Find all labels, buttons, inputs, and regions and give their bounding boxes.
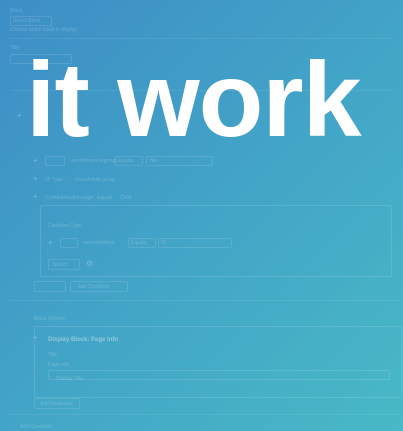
row-operator-value: Equals: [131, 240, 147, 246]
add-row-icon[interactable]: +: [33, 175, 38, 183]
block-select-value: Select Block: [13, 18, 41, 24]
row-field: IP Type: [46, 177, 63, 183]
title-sub-value: Page Info: [48, 362, 70, 368]
row-operator: Equals: [97, 195, 113, 201]
block-select[interactable]: Select Block: [10, 16, 52, 26]
title-sub-label: Title: [48, 352, 58, 358]
divider: [10, 414, 400, 415]
settings-icon[interactable]: ⚙: [86, 260, 93, 268]
row-value-input[interactable]: Or: [158, 238, 232, 248]
action-label: Block Options: [34, 316, 65, 322]
title-sub-input[interactable]: [48, 370, 390, 380]
add-condition-label: Add Condition: [78, 284, 110, 290]
add-row-icon[interactable]: +: [17, 112, 22, 120]
row-value: Or: [161, 240, 167, 246]
and-select-value: Select: [53, 262, 67, 268]
add-row-icon[interactable]: +: [33, 193, 38, 201]
add-condition-bottom[interactable]: Add Condition: [20, 424, 51, 430]
row-operator: User/Admin group: [75, 177, 116, 183]
block-help-text: Choose which block to display: [10, 27, 77, 33]
add-response-button[interactable]: Add Response: [34, 398, 80, 409]
operator-select[interactable]: [34, 281, 66, 292]
add-response-label: Add Response: [40, 401, 73, 407]
row-field: user/reference: [82, 240, 115, 246]
row-operator[interactable]: Equals: [128, 238, 156, 248]
add-condition-button[interactable]: Add Condition: [70, 281, 128, 292]
title-label: Title: [10, 45, 20, 51]
divider: [10, 300, 400, 301]
add-row-icon[interactable]: +: [48, 239, 53, 247]
condition-type-label: Condition Type: [48, 223, 82, 229]
and-select[interactable]: Select: [48, 259, 80, 270]
action-title: Display Block: Page Info: [48, 337, 119, 343]
row-handle[interactable]: [60, 238, 78, 248]
divider: [10, 38, 390, 39]
row-value: Child: [120, 195, 132, 201]
show-title-checkbox[interactable]: Display Title: [56, 376, 83, 382]
add-action-icon[interactable]: +: [33, 334, 38, 342]
hero-headline: it work: [26, 41, 362, 159]
row-field: Content/section page: [46, 195, 94, 201]
block-label: Block: [10, 8, 23, 14]
